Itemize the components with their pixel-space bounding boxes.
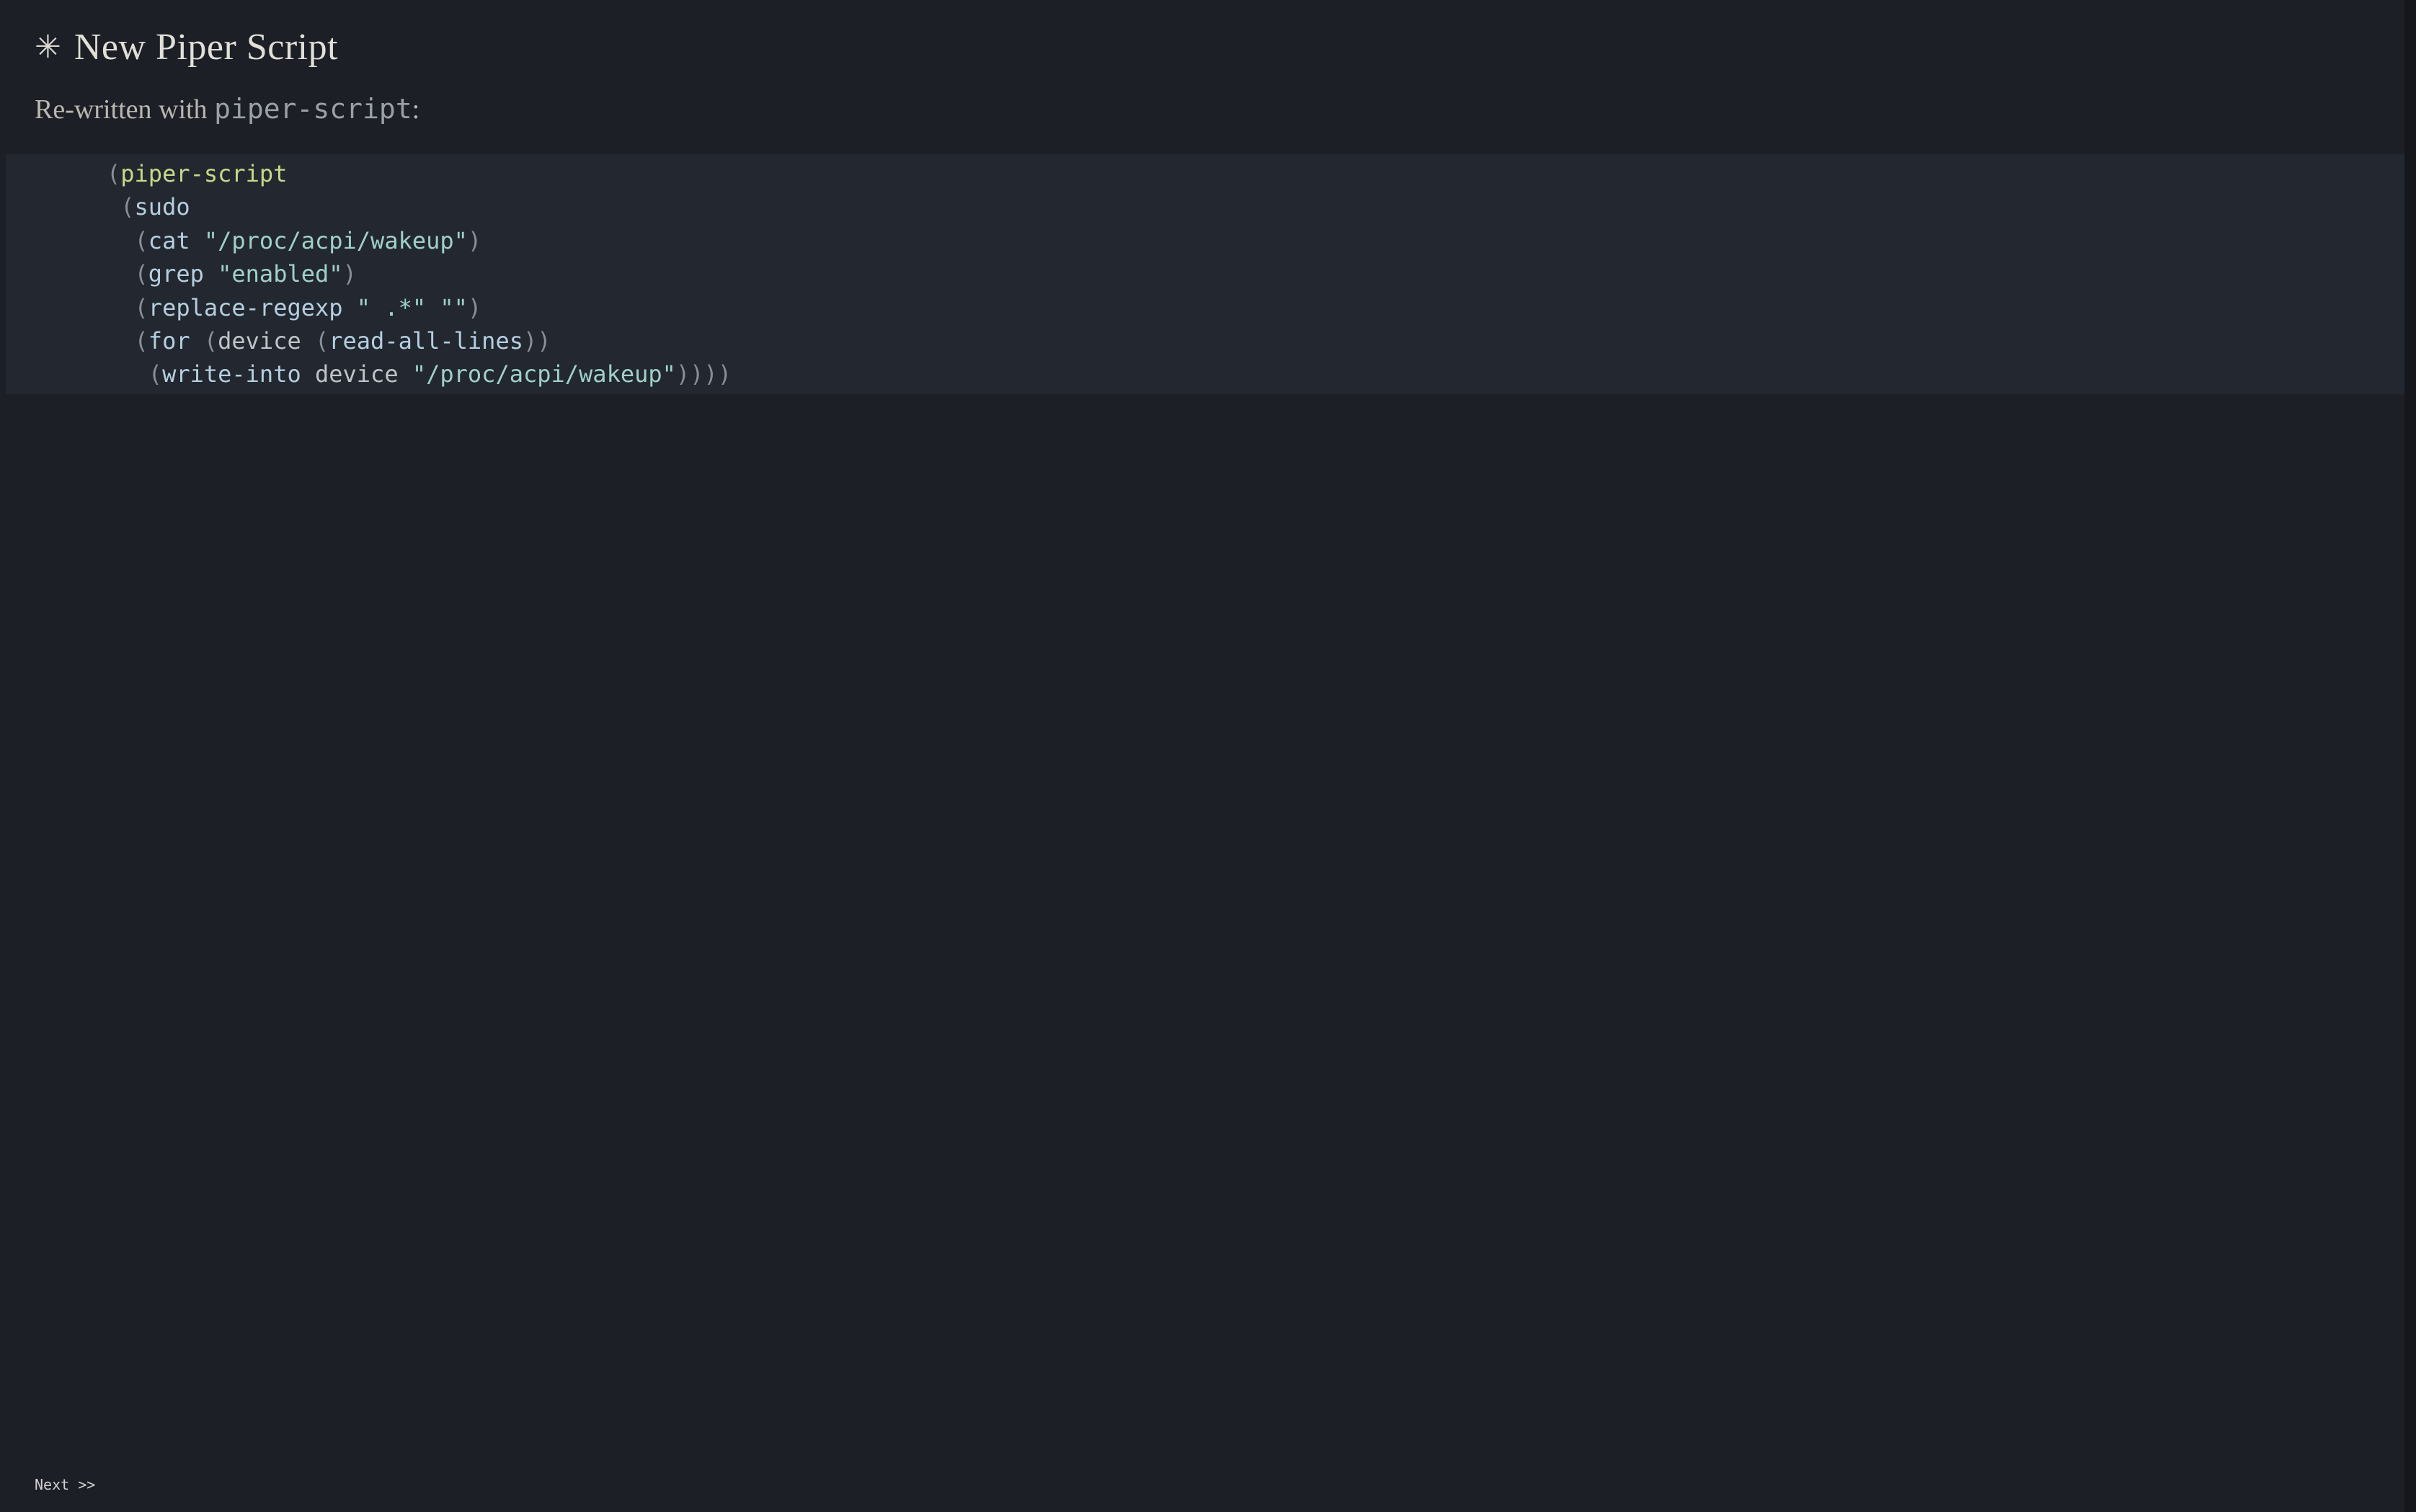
code-token: "/proc/acpi/wakeup" bbox=[412, 360, 676, 388]
asterisk-icon: ✳ bbox=[35, 32, 61, 63]
scrollbar-track[interactable] bbox=[2404, 0, 2416, 1512]
intro-code-literal: piper-script bbox=[214, 93, 412, 125]
code-token: cat bbox=[148, 227, 190, 254]
code-token: ( bbox=[135, 227, 148, 254]
slide: ✳ New Piper Script Re-written with piper… bbox=[6, 6, 2410, 1506]
code-line: (piper-script bbox=[107, 157, 2410, 190]
code-token: device bbox=[218, 327, 315, 355]
code-token: "/proc/acpi/wakeup" bbox=[204, 227, 468, 254]
code-token bbox=[190, 227, 204, 254]
code-token: write-into bbox=[162, 360, 301, 388]
code-token bbox=[107, 227, 135, 254]
code-token: ) bbox=[468, 227, 481, 254]
code-line: (sudo bbox=[107, 190, 2410, 223]
code-token bbox=[107, 260, 135, 288]
intro-prefix: Re-written with bbox=[35, 94, 214, 125]
intro-text: Re-written with piper-script: bbox=[35, 93, 2381, 125]
code-token: sudo bbox=[135, 193, 190, 221]
code-block: (piper-script (sudo (cat "/proc/acpi/wak… bbox=[6, 154, 2410, 394]
code-token: ) bbox=[468, 294, 481, 321]
code-token bbox=[107, 327, 135, 355]
code-token: ( bbox=[148, 360, 162, 388]
code-token: ( bbox=[135, 260, 148, 288]
code-token: read-all-lines bbox=[329, 327, 523, 355]
code-line: (replace-regexp " .*" "") bbox=[107, 291, 2410, 324]
code-token bbox=[343, 294, 357, 321]
code-token: "" bbox=[440, 294, 468, 321]
code-token bbox=[107, 193, 120, 221]
next-link[interactable]: Next >> bbox=[35, 1476, 95, 1493]
code-token bbox=[107, 360, 148, 388]
code-token: replace-regexp bbox=[148, 294, 343, 321]
code-token bbox=[426, 294, 440, 321]
code-line: (grep "enabled") bbox=[107, 257, 2410, 290]
code-line: (write-into device "/proc/acpi/wakeup"))… bbox=[107, 357, 2410, 391]
code-token: grep bbox=[148, 260, 204, 288]
code-token: ( bbox=[315, 327, 329, 355]
code-line: (cat "/proc/acpi/wakeup") bbox=[107, 224, 2410, 257]
intro-suffix: : bbox=[412, 94, 420, 125]
code-token bbox=[204, 260, 218, 288]
code-line: (for (device (read-all-lines)) bbox=[107, 324, 2410, 357]
code-token: ( bbox=[135, 294, 148, 321]
code-token: ( bbox=[120, 193, 134, 221]
code-token: ( bbox=[107, 160, 120, 187]
code-token bbox=[190, 327, 204, 355]
slide-title: New Piper Script bbox=[74, 26, 338, 68]
slide-viewport: ✳ New Piper Script Re-written with piper… bbox=[0, 0, 2416, 1512]
code-token: )) bbox=[523, 327, 551, 355]
code-token: )))) bbox=[676, 360, 732, 388]
code-token: for bbox=[148, 327, 190, 355]
code-token: "enabled" bbox=[218, 260, 342, 288]
code-token: ( bbox=[204, 327, 218, 355]
code-token: ) bbox=[343, 260, 357, 288]
code-token: " .*" bbox=[357, 294, 426, 321]
code-token bbox=[107, 294, 135, 321]
slide-heading: ✳ New Piper Script bbox=[35, 26, 2381, 68]
code-token: piper-script bbox=[120, 160, 287, 187]
code-token: ( bbox=[135, 327, 148, 355]
code-token: device bbox=[301, 360, 412, 388]
